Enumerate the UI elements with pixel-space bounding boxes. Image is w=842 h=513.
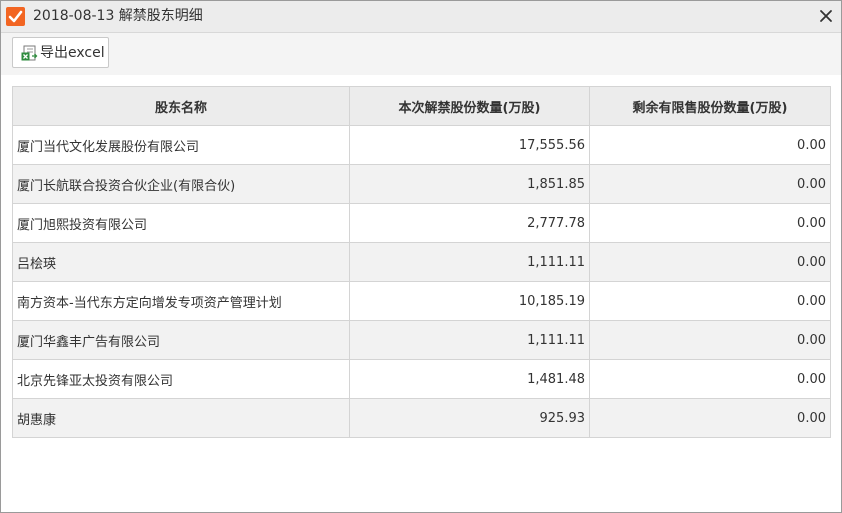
column-header-remaining-restricted-shares[interactable]: 剩余有限售股份数量(万股) (589, 86, 831, 126)
remaining-shares-cell: 0.00 (589, 320, 831, 360)
remaining-shares-cell: 0.00 (589, 242, 831, 282)
remaining-shares-cell: 0.00 (589, 359, 831, 399)
unlocked-shares-cell: 1,851.85 (349, 164, 590, 204)
table-row: 胡惠康 925.93 0.00 (12, 398, 831, 438)
shareholder-name-cell: 厦门当代文化发展股份有限公司 (12, 125, 350, 165)
remaining-shares-cell: 0.00 (589, 125, 831, 165)
dialog-window: 2018-08-13 解禁股东明细 导出excel 股东名称 本次解禁股份数量(… (0, 0, 842, 513)
shareholder-name-cell: 胡惠康 (12, 398, 350, 438)
remaining-shares-cell: 0.00 (589, 164, 831, 204)
shareholder-name-cell: 厦门旭熙投资有限公司 (12, 203, 350, 243)
dialog-title: 2018-08-13 解禁股东明细 (33, 8, 203, 24)
export-excel-button[interactable]: 导出excel (12, 37, 109, 68)
remaining-shares-cell: 0.00 (589, 203, 831, 243)
unlocked-shares-cell: 1,481.48 (349, 359, 590, 399)
toolbar: 导出excel (1, 33, 841, 75)
close-button[interactable] (817, 7, 835, 25)
title-bar: 2018-08-13 解禁股东明细 (1, 1, 841, 33)
unlocked-shares-cell: 1,111.11 (349, 320, 590, 360)
close-icon (820, 10, 832, 22)
shareholder-table: 股东名称 本次解禁股份数量(万股) 剩余有限售股份数量(万股) 厦门当代文化发展… (12, 86, 831, 438)
shareholder-name-cell: 吕桧瑛 (12, 242, 350, 282)
table-row: 厦门当代文化发展股份有限公司 17,555.56 0.00 (12, 125, 831, 165)
shareholder-name-cell: 北京先锋亚太投资有限公司 (12, 359, 350, 399)
remaining-shares-cell: 0.00 (589, 281, 831, 321)
table-row: 厦门华鑫丰广告有限公司 1,111.11 0.00 (12, 320, 831, 360)
shareholder-name-cell: 厦门华鑫丰广告有限公司 (12, 320, 350, 360)
unlocked-shares-cell: 1,111.11 (349, 242, 590, 282)
shareholder-name-cell: 厦门长航联合投资合伙企业(有限合伙) (12, 164, 350, 204)
shareholder-table-container: 股东名称 本次解禁股份数量(万股) 剩余有限售股份数量(万股) 厦门当代文化发展… (12, 86, 831, 438)
unlocked-shares-cell: 2,777.78 (349, 203, 590, 243)
table-header-row: 股东名称 本次解禁股份数量(万股) 剩余有限售股份数量(万股) (12, 86, 831, 126)
unlocked-shares-cell: 17,555.56 (349, 125, 590, 165)
remaining-shares-cell: 0.00 (589, 398, 831, 438)
column-header-unlocked-shares[interactable]: 本次解禁股份数量(万股) (349, 86, 590, 126)
unlocked-shares-cell: 925.93 (349, 398, 590, 438)
table-row: 吕桧瑛 1,111.11 0.00 (12, 242, 831, 282)
table-row: 厦门长航联合投资合伙企业(有限合伙) 1,851.85 0.00 (12, 164, 831, 204)
column-header-shareholder-name[interactable]: 股东名称 (12, 86, 350, 126)
table-row: 厦门旭熙投资有限公司 2,777.78 0.00 (12, 203, 831, 243)
excel-export-icon (21, 45, 38, 62)
table-row: 北京先锋亚太投资有限公司 1,481.48 0.00 (12, 359, 831, 399)
table-row: 南方资本-当代东方定向增发专项资产管理计划 10,185.19 0.00 (12, 281, 831, 321)
export-button-label: 导出excel (40, 45, 105, 61)
unlocked-shares-cell: 10,185.19 (349, 281, 590, 321)
checkbox-checked-icon (6, 7, 25, 26)
shareholder-name-cell: 南方资本-当代东方定向增发专项资产管理计划 (12, 281, 350, 321)
